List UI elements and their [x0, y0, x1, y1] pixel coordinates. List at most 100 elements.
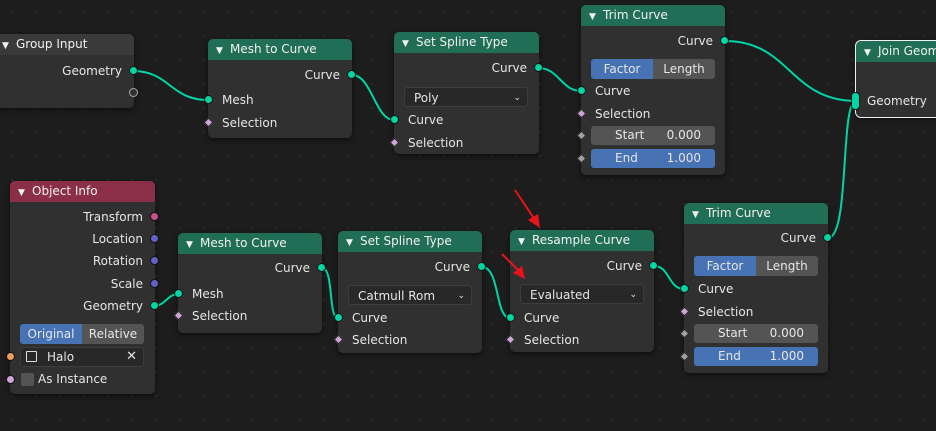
socket-label: Curve [274, 261, 310, 275]
output-socket-geometry[interactable] [129, 66, 138, 75]
object-field[interactable]: Halo ✕ [20, 347, 144, 367]
socket-label: Curve [304, 68, 340, 82]
socket-label: Location [92, 232, 143, 246]
field-value: 0.000 [666, 128, 701, 142]
node-editor-canvas[interactable]: ▼ Group Input Geometry ▼ Mesh to Curve Cur… [0, 0, 936, 431]
output-socket-curve[interactable] [347, 70, 356, 79]
socket-label: Selection [222, 116, 278, 130]
node-header[interactable]: ▼ Set Spline Type [394, 32, 539, 53]
mode-original-button[interactable]: Original [20, 324, 82, 344]
input-socket-mesh[interactable] [204, 95, 213, 104]
set-spline-type-node[interactable]: ▼ Set Spline Type Curve Catmull Rom ⌄ Curv… [333, 231, 486, 353]
resample-curve-node[interactable]: ▼ Resample Curve Curve Evaluated ⌄ Curve S… [505, 230, 658, 352]
node-header[interactable]: ▼ Mesh to Curve [178, 233, 322, 254]
output-socket-curve[interactable] [534, 63, 543, 72]
input-socket-object[interactable] [6, 352, 15, 361]
close-icon[interactable]: ✕ [126, 348, 137, 366]
object-info-node[interactable]: ▼ Object Info Transform Location Rotation… [6, 181, 159, 394]
output-socket-curve[interactable] [317, 263, 326, 272]
output-socket-geometry[interactable] [150, 301, 159, 310]
input-socket-curve[interactable] [680, 284, 689, 293]
output-socket-rotation[interactable] [150, 256, 159, 265]
node-title: Resample Curve [532, 233, 631, 247]
dropdown-value: Evaluated [530, 288, 591, 302]
input-socket-end[interactable] [576, 153, 587, 164]
input-socket-curve[interactable] [334, 313, 343, 322]
socket-label: Curve [698, 282, 734, 296]
socket-label: Geometry [867, 94, 927, 108]
input-socket-curve[interactable] [577, 86, 586, 95]
join-geometry-node[interactable]: ▼ Join Geom Geometry [851, 40, 936, 118]
chevron-down-icon[interactable]: ▼ [186, 235, 196, 254]
resample-mode-dropdown[interactable]: Evaluated ⌄ [520, 284, 644, 304]
node-header[interactable]: ▼ Resample Curve [510, 230, 654, 251]
chevron-down-icon[interactable]: ▼ [2, 36, 12, 55]
node-header[interactable]: ▼ Group Input [0, 34, 134, 55]
chevron-down-icon[interactable]: ▼ [864, 43, 874, 62]
input-socket-end[interactable] [679, 351, 690, 362]
field-label: End [615, 151, 638, 165]
output-socket-curve[interactable] [649, 261, 658, 270]
transform-space-toggle: Original Relative [20, 324, 144, 344]
mode-length-button[interactable]: Length [653, 59, 715, 79]
chevron-down-icon[interactable]: ▼ [402, 34, 412, 53]
node-header[interactable]: ▼ Join Geom [856, 41, 936, 62]
output-socket-curve[interactable] [823, 233, 832, 242]
end-field[interactable]: End 1.000 [694, 347, 818, 366]
mode-factor-button[interactable]: Factor [694, 256, 756, 276]
chevron-down-icon[interactable]: ▼ [216, 41, 226, 60]
end-field[interactable]: End 1.000 [591, 149, 715, 168]
group-input-node[interactable]: ▼ Group Input Geometry [0, 34, 138, 108]
socket-label: Curve [524, 311, 560, 325]
trim-curve-node[interactable]: ▼ Trim Curve Curve Factor Length Curve Se… [679, 203, 832, 373]
mode-length-button[interactable]: Length [756, 256, 818, 276]
socket-label: Selection [595, 107, 651, 121]
output-socket-scale[interactable] [150, 279, 159, 288]
set-spline-type-node[interactable]: ▼ Set Spline Type Curve Poly ⌄ Curve Selec… [389, 32, 543, 154]
input-socket-curve[interactable] [506, 313, 515, 322]
input-socket-as-instance[interactable] [6, 375, 15, 384]
output-socket-curve[interactable] [720, 36, 729, 45]
mesh-to-curve-node[interactable]: ▼ Mesh to Curve Curve Mesh Selection [203, 39, 356, 138]
mesh-to-curve-node[interactable]: ▼ Mesh to Curve Curve Mesh Selection [173, 233, 326, 333]
mode-factor-button[interactable]: Factor [591, 59, 653, 79]
spline-type-dropdown[interactable]: Poly ⌄ [404, 87, 528, 107]
caret-down-icon: ⌄ [513, 93, 521, 103]
output-socket-location[interactable] [150, 234, 159, 243]
chevron-down-icon[interactable]: ▼ [18, 183, 28, 202]
socket-label: Selection [192, 309, 248, 323]
mode-relative-button[interactable]: Relative [82, 324, 144, 344]
trim-curve-node[interactable]: ▼ Trim Curve Curve Factor Length Curve Se… [576, 5, 729, 175]
socket-label: Scale [110, 277, 143, 291]
socket-label: Curve [606, 259, 642, 273]
output-socket-transform[interactable] [150, 212, 159, 221]
input-socket-geometry-multi[interactable] [851, 92, 860, 110]
start-field[interactable]: Start 0.000 [591, 126, 715, 145]
spline-type-dropdown[interactable]: Catmull Rom ⌄ [348, 285, 472, 305]
input-socket-mesh[interactable] [174, 289, 183, 298]
node-header[interactable]: ▼ Trim Curve [581, 5, 725, 26]
socket-label: Selection [698, 305, 754, 319]
output-socket-curve[interactable] [477, 262, 486, 271]
input-socket-curve[interactable] [390, 115, 399, 124]
socket-label: Geometry [83, 299, 143, 313]
node-header[interactable]: ▼ Trim Curve [684, 203, 828, 224]
chevron-down-icon[interactable]: ▼ [346, 233, 356, 252]
node-header[interactable]: ▼ Mesh to Curve [208, 39, 352, 60]
node-title: Set Spline Type [360, 234, 452, 248]
output-socket-empty[interactable] [129, 88, 138, 97]
chevron-down-icon[interactable]: ▼ [518, 232, 528, 251]
start-field[interactable]: Start 0.000 [694, 324, 818, 343]
socket-label: Rotation [92, 254, 143, 268]
chevron-down-icon[interactable]: ▼ [589, 7, 599, 26]
field-value: 0.000 [769, 326, 804, 340]
input-socket-start[interactable] [576, 130, 587, 141]
node-header[interactable]: ▼ Set Spline Type [338, 231, 482, 252]
chevron-down-icon[interactable]: ▼ [692, 205, 702, 224]
dropdown-value: Catmull Rom [358, 289, 436, 303]
input-socket-start[interactable] [679, 328, 690, 339]
node-header[interactable]: ▼ Object Info [10, 181, 155, 202]
annotation-arrow-resample-title [514, 189, 536, 221]
link-groupinput-mesh [132, 70, 209, 101]
node-title: Group Input [16, 37, 88, 51]
